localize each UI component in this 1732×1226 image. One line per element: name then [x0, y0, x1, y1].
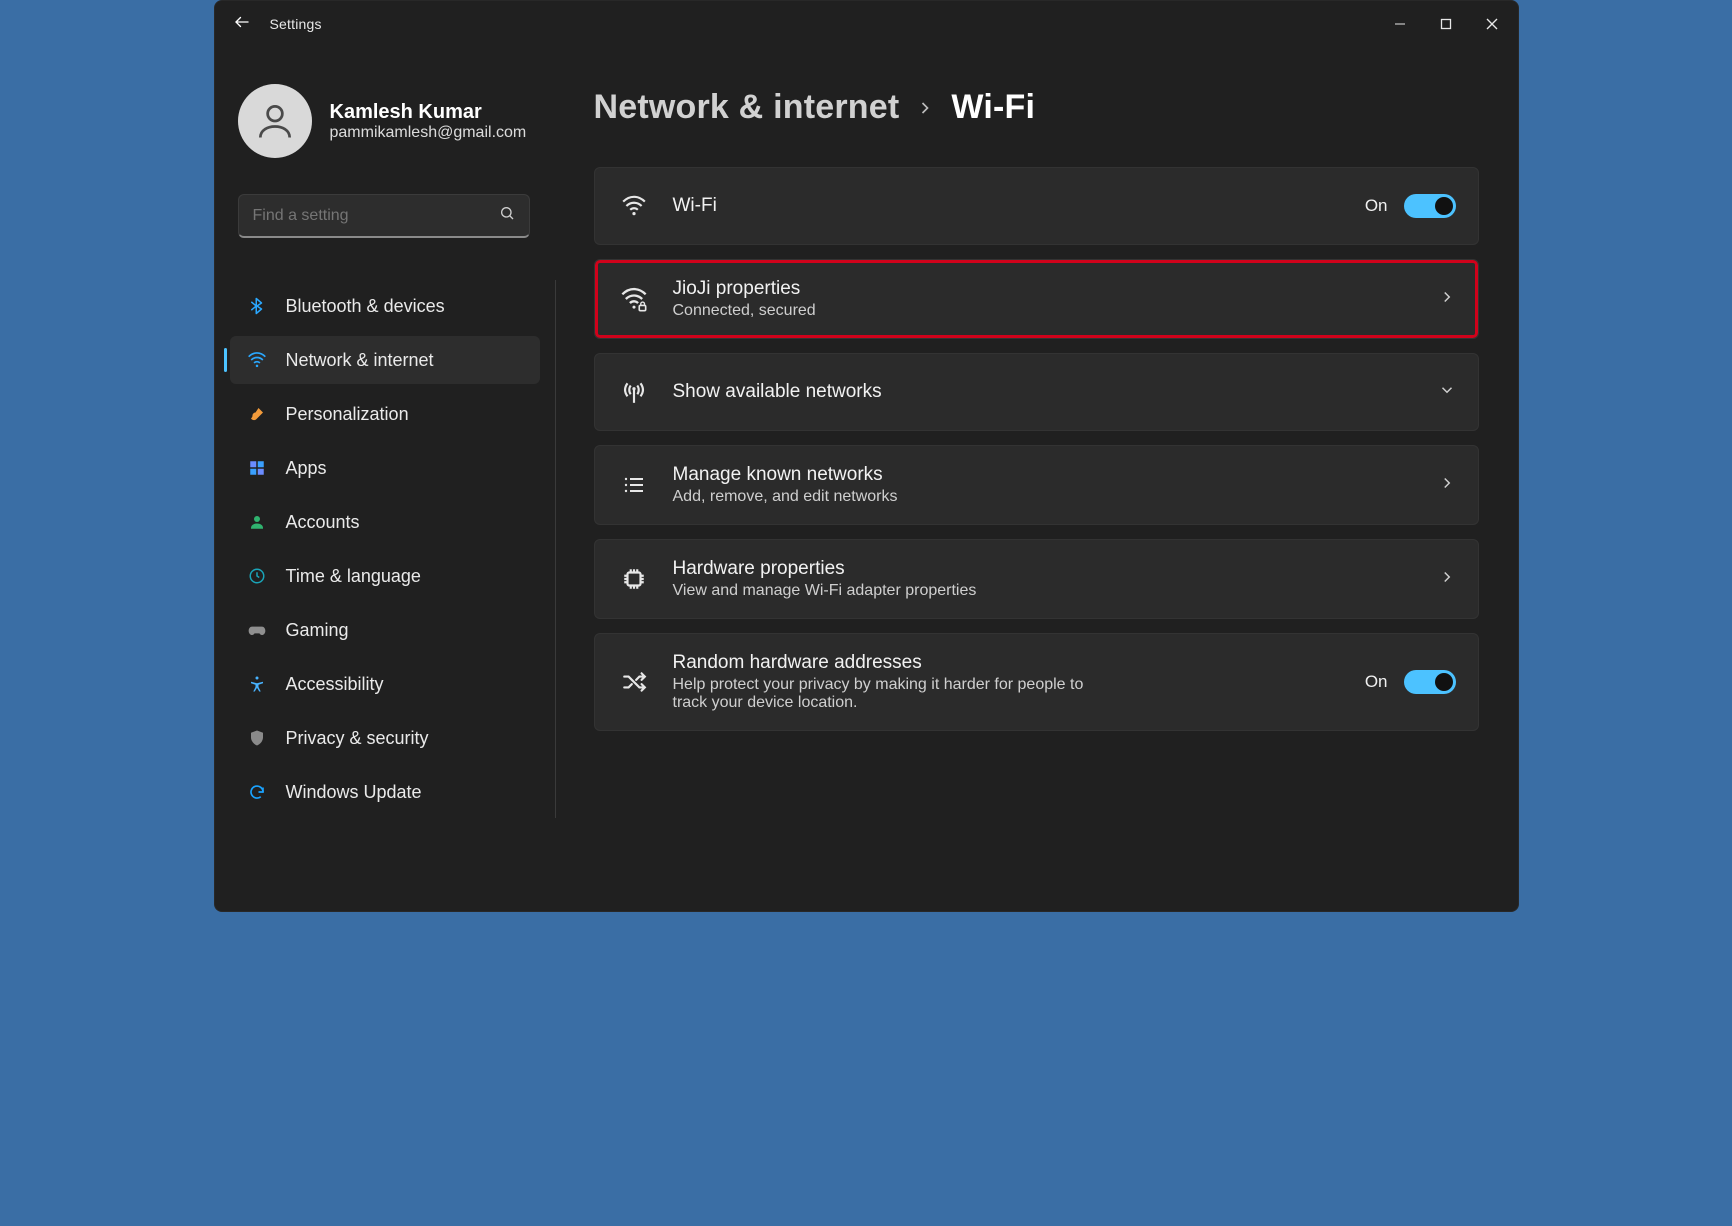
sidebar: Kamlesh Kumar pammikamlesh@gmail.com	[214, 48, 554, 912]
back-button[interactable]	[220, 2, 264, 46]
person-icon	[246, 511, 268, 533]
card-title: Wi-Fi	[673, 195, 717, 217]
random-hw-toggle[interactable]	[1404, 670, 1456, 694]
sidebar-item-label: Gaming	[286, 620, 349, 641]
settings-window: Settings Kamlesh Kumar pammikamlesh@gma	[214, 0, 1519, 912]
sidebar-item-label: Accessibility	[286, 674, 384, 695]
sidebar-item-apps[interactable]: Apps	[230, 444, 540, 492]
arrow-left-icon	[233, 13, 251, 36]
antenna-icon	[617, 375, 651, 409]
card-wifi-toggle[interactable]: Wi-Fi On	[594, 167, 1479, 245]
avatar	[238, 84, 312, 158]
wifi-secured-icon	[617, 282, 651, 316]
gamepad-icon	[246, 619, 268, 641]
apps-icon	[246, 457, 268, 479]
card-subtitle: Help protect your privacy by making it h…	[673, 676, 1093, 712]
shield-icon	[246, 727, 268, 749]
accessibility-icon	[246, 673, 268, 695]
breadcrumb-parent[interactable]: Network & internet	[594, 88, 900, 127]
profile[interactable]: Kamlesh Kumar pammikamlesh@gmail.com	[214, 84, 554, 176]
window-controls	[1377, 8, 1515, 40]
sidebar-item-label: Bluetooth & devices	[286, 296, 445, 317]
card-title: JioJi properties	[673, 278, 816, 300]
sidebar-item-bluetooth-devices[interactable]: Bluetooth & devices	[230, 282, 540, 330]
nav: Bluetooth & devices Network & internet P…	[214, 276, 554, 822]
maximize-button[interactable]	[1423, 8, 1469, 40]
sidebar-scrollbar[interactable]	[555, 280, 556, 818]
search-field[interactable]	[253, 207, 499, 225]
sidebar-item-label: Apps	[286, 458, 327, 479]
sidebar-item-label: Privacy & security	[286, 728, 429, 749]
sidebar-item-label: Network & internet	[286, 350, 434, 371]
card-title: Manage known networks	[673, 464, 898, 486]
clock-icon	[246, 565, 268, 587]
card-random-hw-addresses[interactable]: Random hardware addresses Help protect y…	[594, 633, 1479, 731]
card-current-network[interactable]: JioJi properties Connected, secured	[594, 259, 1479, 339]
sidebar-item-gaming[interactable]: Gaming	[230, 606, 540, 654]
profile-name: Kamlesh Kumar	[330, 101, 527, 124]
card-known-networks[interactable]: Manage known networks Add, remove, and e…	[594, 445, 1479, 525]
sidebar-item-privacy-security[interactable]: Privacy & security	[230, 714, 540, 762]
random-hw-state-label: On	[1365, 672, 1388, 692]
wifi-icon	[246, 349, 268, 371]
chevron-right-icon	[915, 92, 935, 126]
titlebar: Settings	[214, 0, 1519, 48]
wifi-state-label: On	[1365, 196, 1388, 216]
card-available-networks[interactable]: Show available networks	[594, 353, 1479, 431]
card-subtitle: View and manage Wi-Fi adapter properties	[673, 582, 977, 600]
card-title: Show available networks	[673, 381, 882, 403]
list-icon	[617, 468, 651, 502]
sidebar-item-windows-update[interactable]: Windows Update	[230, 768, 540, 816]
shuffle-icon	[617, 665, 651, 699]
sidebar-item-personalization[interactable]: Personalization	[230, 390, 540, 438]
sidebar-item-accounts[interactable]: Accounts	[230, 498, 540, 546]
search-icon	[499, 205, 515, 226]
sidebar-item-label: Personalization	[286, 404, 409, 425]
window-title: Settings	[270, 16, 322, 32]
minimize-button[interactable]	[1377, 8, 1423, 40]
card-title: Random hardware addresses	[673, 652, 1093, 674]
close-button[interactable]	[1469, 8, 1515, 40]
chevron-right-icon	[1438, 288, 1456, 311]
card-subtitle: Add, remove, and edit networks	[673, 488, 898, 506]
card-subtitle: Connected, secured	[673, 302, 816, 320]
main-content: Network & internet Wi-Fi Wi-Fi On	[554, 48, 1519, 912]
sidebar-item-label: Time & language	[286, 566, 421, 587]
wifi-toggle[interactable]	[1404, 194, 1456, 218]
profile-text: Kamlesh Kumar pammikamlesh@gmail.com	[330, 101, 527, 142]
chevron-right-icon	[1438, 474, 1456, 497]
update-icon	[246, 781, 268, 803]
profile-email: pammikamlesh@gmail.com	[330, 124, 527, 142]
sidebar-item-network-internet[interactable]: Network & internet	[230, 336, 540, 384]
chevron-down-icon	[1438, 381, 1456, 404]
breadcrumb-current: Wi-Fi	[951, 88, 1035, 127]
search-input[interactable]	[238, 194, 530, 238]
sidebar-item-label: Windows Update	[286, 782, 422, 803]
wifi-icon	[617, 189, 651, 223]
card-hardware-properties[interactable]: Hardware properties View and manage Wi-F…	[594, 539, 1479, 619]
sidebar-item-label: Accounts	[286, 512, 360, 533]
chip-icon	[617, 562, 651, 596]
card-title: Hardware properties	[673, 558, 977, 580]
sidebar-item-accessibility[interactable]: Accessibility	[230, 660, 540, 708]
chevron-right-icon	[1438, 568, 1456, 591]
sidebar-item-time-language[interactable]: Time & language	[230, 552, 540, 600]
bluetooth-icon	[246, 295, 268, 317]
paintbrush-icon	[246, 403, 268, 425]
breadcrumb: Network & internet Wi-Fi	[594, 88, 1479, 127]
